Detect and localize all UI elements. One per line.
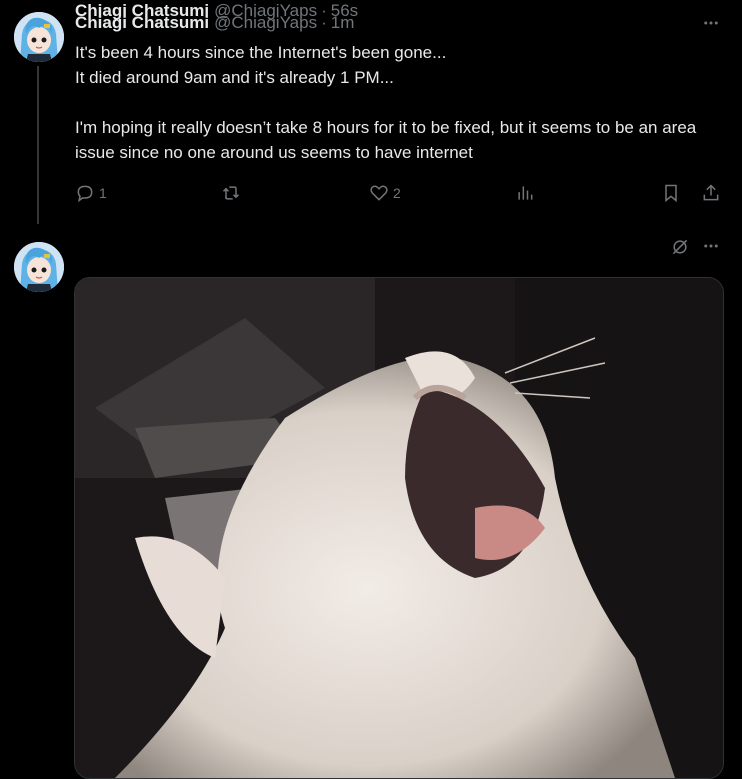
reply-count: 1 [99, 185, 107, 201]
thread-connector-line [37, 66, 39, 224]
like-button[interactable]: 2 [369, 180, 401, 206]
tweet-header: Chiagi Chatsumi @ChiagiYaps · 56s [75, 0, 358, 22]
more-horizontal-icon[interactable] [700, 235, 722, 257]
separator-dot: · [321, 1, 327, 20]
grok-icon[interactable] [668, 235, 692, 259]
user-handle[interactable]: @ChiagiYaps [214, 1, 317, 21]
reply-icon [77, 185, 93, 203]
cat-photo [75, 278, 723, 778]
tweet-media-image[interactable] [74, 277, 724, 779]
more-horizontal-icon[interactable] [700, 12, 722, 34]
views-icon [518, 186, 533, 200]
display-name[interactable]: Chiagi Chatsumi [75, 1, 209, 21]
share-icon [703, 184, 719, 201]
reply-button[interactable]: 1 [75, 180, 107, 206]
repost-button[interactable] [221, 180, 245, 206]
bookmark-button[interactable] [661, 180, 681, 206]
repost-icon [222, 186, 240, 200]
views-button[interactable] [515, 180, 539, 206]
share-button[interactable] [701, 180, 721, 206]
bookmark-icon [665, 184, 677, 203]
like-count: 2 [393, 185, 401, 201]
tweet-text: It's been 4 hours since the Internet's b… [75, 43, 697, 162]
action-bar: 1 2 [75, 180, 725, 206]
avatar[interactable] [14, 12, 64, 62]
timestamp[interactable]: 56s [331, 1, 358, 21]
tweet-1[interactable]: Chiagi Chatsumi @ChiagiYaps · 1m It's be… [0, 0, 742, 232]
like-icon [370, 185, 388, 201]
avatar[interactable] [14, 242, 64, 292]
